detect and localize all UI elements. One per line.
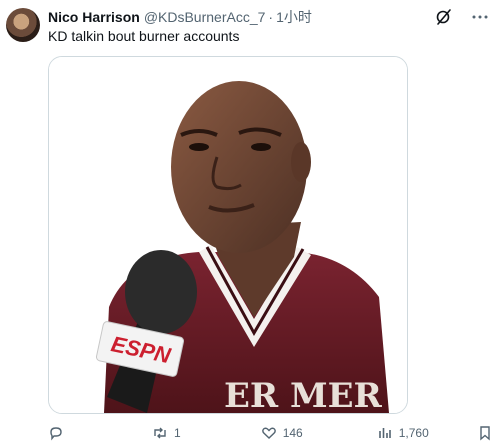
- retweet-count: 1: [174, 426, 181, 440]
- like-button[interactable]: 146: [261, 425, 303, 441]
- bookmark-icon: [480, 426, 490, 441]
- author-name[interactable]: Nico Harrison: [48, 9, 140, 25]
- views-icon: [378, 428, 391, 438]
- avatar[interactable]: [6, 8, 40, 42]
- retweet-button[interactable]: 1: [152, 425, 181, 441]
- heart-icon: [261, 427, 276, 439]
- tweet-text: KD talkin bout burner accounts: [48, 28, 240, 44]
- retweet-icon: [154, 427, 166, 439]
- reply-icon: [50, 427, 62, 441]
- author-handle[interactable]: @KDsBurnerAcc_7: [144, 9, 266, 25]
- bookmark-button[interactable]: [477, 425, 493, 441]
- tweet-media[interactable]: ER MER ESPN: [48, 56, 408, 414]
- views-button[interactable]: 1,760: [377, 425, 429, 441]
- more-icon[interactable]: [471, 8, 489, 26]
- grok-icon[interactable]: [435, 8, 453, 26]
- separator: ·: [268, 9, 274, 25]
- tweet-actions: 1 146 1,760: [48, 424, 490, 442]
- tweet-header: Nico Harrison @KDsBurnerAcc_7 · 1小时: [48, 8, 439, 26]
- views-count: 1,760: [398, 426, 429, 440]
- media-image: ER MER ESPN: [49, 57, 407, 413]
- timestamp[interactable]: 1小时: [276, 8, 312, 26]
- tweet-top-actions: [435, 8, 489, 26]
- like-count: 146: [282, 426, 303, 440]
- reply-button[interactable]: [48, 425, 70, 441]
- tweet[interactable]: Nico Harrison @KDsBurnerAcc_7 · 1小时 KD t…: [0, 0, 499, 447]
- jersey-lettering: ER MER: [224, 376, 383, 413]
